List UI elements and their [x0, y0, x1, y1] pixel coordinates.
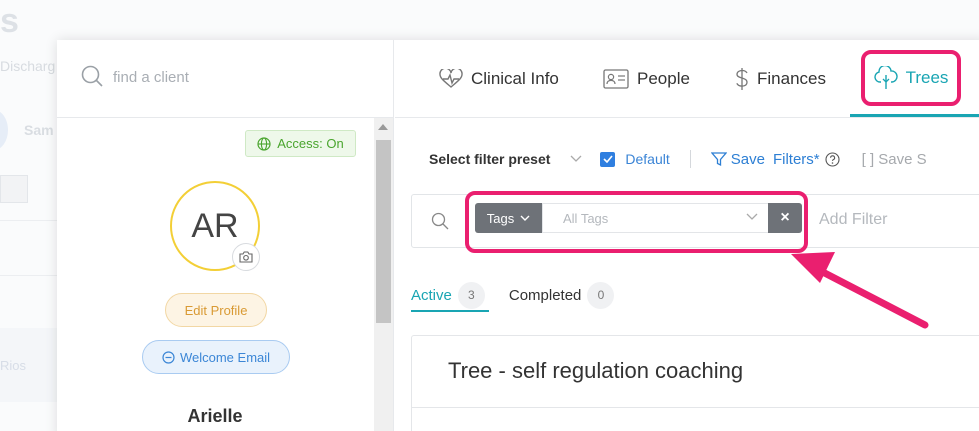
tab-label: People — [637, 69, 690, 88]
list-item[interactable]: Tree - self regulation coaching — [411, 335, 979, 431]
client-modal: Access: On AR Edit Profile Welcome Email… — [57, 40, 979, 431]
filter-preset-label: Select filter preset — [429, 151, 551, 167]
tab-completed[interactable]: Completed 0 — [509, 278, 615, 312]
remove-filter-button[interactable]: × — [768, 203, 802, 233]
background-divider — [0, 220, 60, 221]
tab-active[interactable]: Active 3 — [411, 278, 485, 312]
minus-circle-icon — [162, 350, 175, 364]
client-name: Arielle — [187, 406, 243, 426]
client-tabs: Clinical Info People Finances Trees — [395, 40, 979, 118]
tags-placeholder: All Tags — [563, 210, 609, 226]
divider — [412, 407, 979, 408]
count-badge: 3 — [457, 281, 485, 309]
count-badge: 0 — [587, 281, 615, 309]
client-search-input[interactable] — [113, 66, 363, 88]
welcome-email-label: Welcome Email — [179, 349, 271, 365]
chevron-down-icon — [746, 213, 758, 220]
tags-filter-type-button[interactable]: Tags — [475, 203, 542, 233]
tab-label: Active — [411, 286, 452, 304]
filters-label: Filters* — [772, 150, 820, 168]
tab-finances[interactable]: Finances — [735, 64, 826, 94]
tab-label: Clinical Info — [471, 69, 559, 88]
edit-profile-button[interactable]: Edit Profile — [165, 293, 267, 327]
sidebar-scrollbar[interactable] — [374, 118, 393, 431]
background-row-text: Rios — [0, 358, 27, 373]
tags-select[interactable]: All Tags — [542, 203, 769, 233]
save-filters-button[interactable]: Save Filters* — [710, 150, 820, 168]
active-status-underline — [411, 310, 489, 312]
avatar-initials: AR — [191, 206, 239, 245]
save-label: Save — [730, 150, 765, 168]
tab-label: Completed — [508, 286, 582, 304]
tag-filter-box: Tags All Tags × Add Filter — [411, 191, 979, 253]
background-divider — [0, 275, 60, 276]
background-avatar — [0, 110, 8, 150]
tree-title: Tree - self regulation coaching — [448, 358, 744, 383]
check-icon — [603, 155, 613, 163]
active-tab-underline — [850, 114, 979, 117]
tree-icon — [873, 66, 898, 89]
chevron-down-icon — [520, 215, 530, 221]
welcome-email-button[interactable]: Welcome Email — [142, 340, 290, 374]
tag-filter-highlight: Tags All Tags × — [465, 191, 808, 253]
background-select — [0, 175, 28, 203]
tree-status-tabs: Active 3 Completed 0 — [411, 278, 615, 312]
search-icon — [81, 65, 103, 87]
access-badge-label: Access: On — [277, 136, 344, 151]
divider — [689, 150, 691, 168]
tab-clinical-info[interactable]: Clinical Info — [439, 64, 559, 94]
help-icon[interactable] — [825, 151, 840, 167]
default-checkbox[interactable] — [600, 151, 616, 167]
dollar-icon — [736, 68, 748, 90]
scroll-thumb[interactable] — [376, 140, 391, 323]
background-title: s — [0, 2, 19, 40]
tags-label: Tags — [486, 210, 515, 226]
chevron-down-icon[interactable] — [570, 155, 582, 163]
search-icon — [431, 212, 449, 230]
client-search-bar — [57, 40, 394, 118]
camera-icon — [239, 251, 253, 263]
filter-icon — [710, 152, 727, 167]
id-card-icon — [603, 69, 629, 89]
heartbeat-icon — [439, 69, 463, 88]
tab-people[interactable]: People — [603, 64, 690, 94]
scroll-up-arrow-icon[interactable] — [378, 124, 388, 130]
background-subtitle: Discharg — [0, 58, 56, 74]
default-preset-label[interactable]: Default — [625, 151, 669, 167]
client-sidebar: Access: On AR Edit Profile Welcome Email… — [57, 40, 394, 431]
tab-trees[interactable]: Trees — [861, 50, 961, 106]
tab-label: Finances — [757, 69, 826, 88]
add-filter-button[interactable]: Add Filter — [819, 211, 887, 229]
tab-label: Trees — [905, 68, 949, 87]
client-detail: Clinical Info People Finances Trees Sele… — [395, 40, 979, 431]
save-preset-button[interactable]: [ ] Save S — [862, 151, 927, 168]
background-name: Sam — [24, 122, 54, 138]
access-badge[interactable]: Access: On — [245, 130, 356, 157]
change-photo-button[interactable] — [232, 243, 260, 271]
globe-icon — [257, 136, 271, 151]
filter-preset-bar: Select filter preset Default Save Filter… — [429, 146, 979, 172]
